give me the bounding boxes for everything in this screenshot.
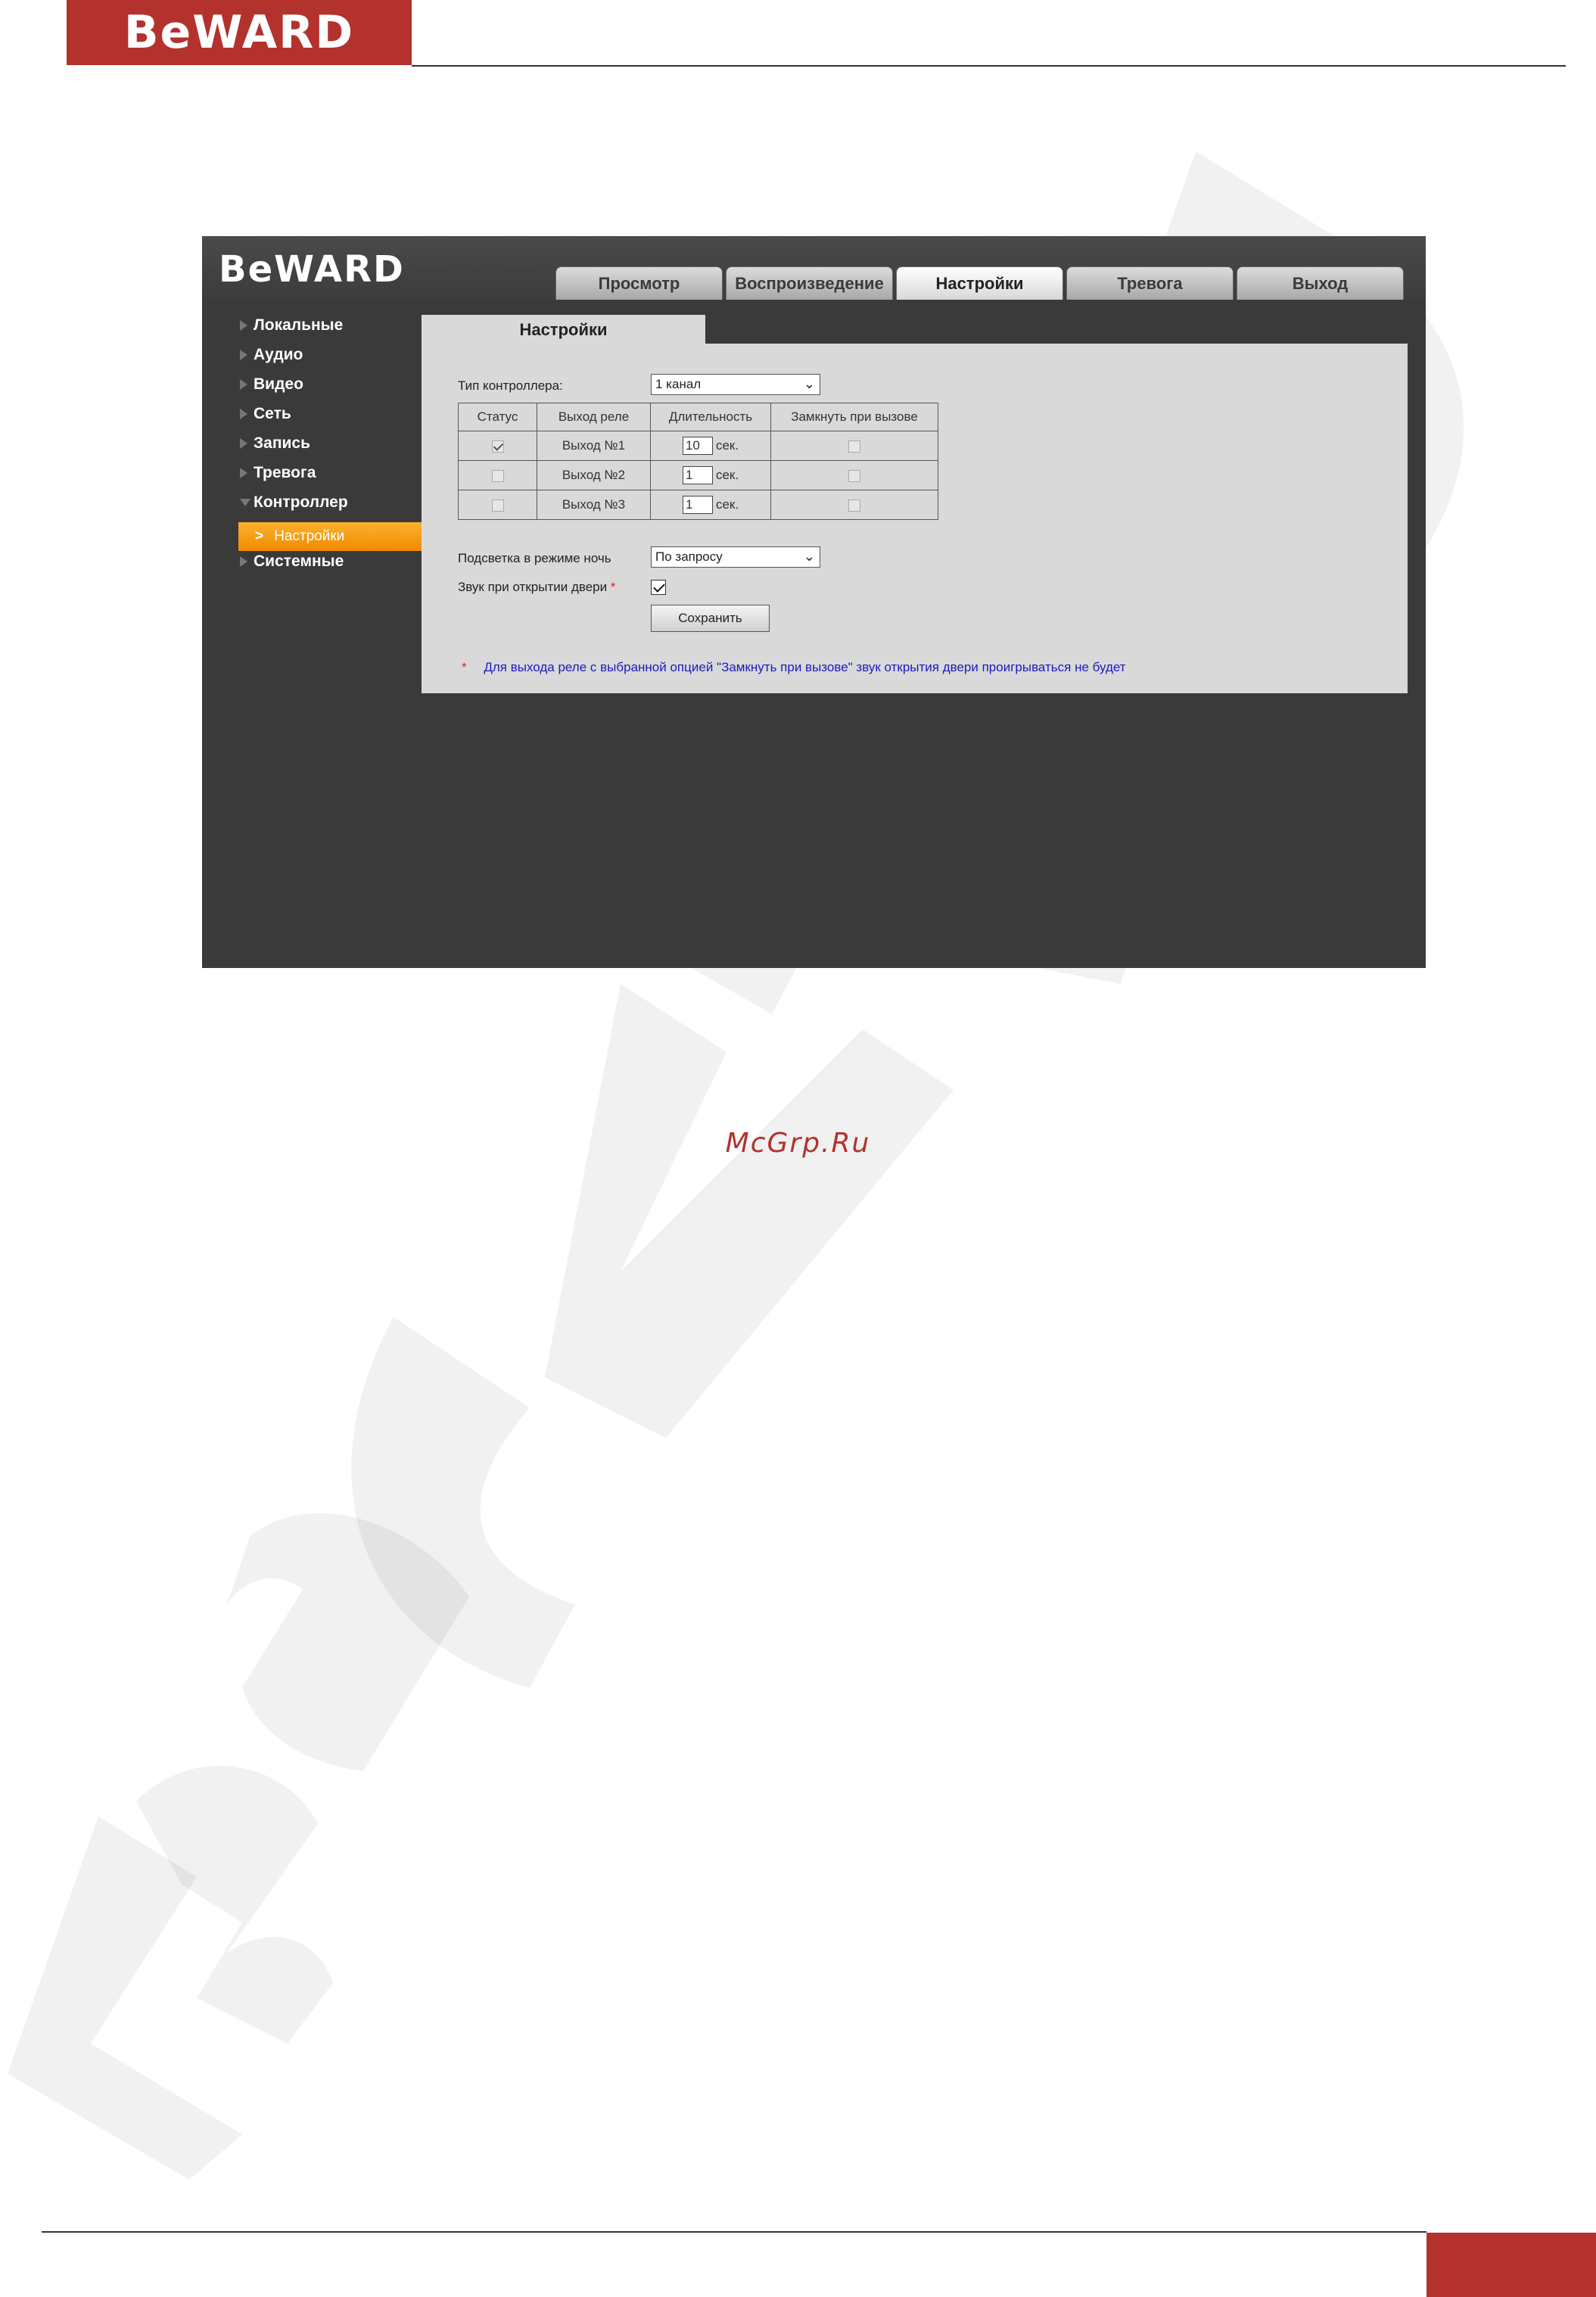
status-checkbox[interactable]	[491, 499, 504, 512]
sidebar-item-label: Локальные	[254, 316, 344, 334]
footer-divider	[42, 2231, 1426, 2233]
column-header-relay-output: Выход реле	[537, 403, 651, 431]
tab-exit[interactable]: Выход	[1237, 266, 1404, 300]
sidebar-item-label: Контроллер	[254, 493, 348, 511]
sidebar: Локальные Аудио Видео Сеть Запись Тревог…	[202, 300, 422, 968]
table-header-row: Статус Выход реле Длительность Замкнуть …	[458, 403, 938, 431]
duration-unit: сек.	[715, 438, 739, 453]
duration-input[interactable]: 1	[682, 496, 713, 514]
door-sound-label-text: Звук при открытии двери	[458, 580, 608, 594]
sidebar-item-system[interactable]: Системные	[202, 548, 422, 575]
sidebar-item-label: Видео	[254, 375, 303, 393]
sidebar-item-label: Системные	[254, 552, 344, 570]
sidebar-item-audio[interactable]: Аудио	[202, 341, 422, 369]
arrow-down-icon	[240, 499, 250, 506]
relay-table: Статус Выход реле Длительность Замкнуть …	[458, 403, 938, 520]
save-button[interactable]: Сохранить	[651, 605, 770, 632]
relay-output-name: Выход №2	[537, 460, 651, 490]
footnote-star: *	[462, 660, 467, 674]
ui-header: BeWARD Просмотр Воспроизведение Настройк…	[202, 236, 1426, 300]
sidebar-subitem-label: Настройки	[274, 528, 345, 544]
relay-output-name: Выход №3	[537, 490, 651, 520]
footnote: * Для выхода реле с выбранной опцией "За…	[462, 660, 1126, 675]
sidebar-item-controller[interactable]: Контроллер	[202, 489, 422, 516]
arrow-right-icon	[240, 350, 247, 360]
required-mark: *	[610, 580, 616, 594]
controller-type-label: Тип контроллера:	[458, 378, 563, 393]
arrow-right-icon	[240, 468, 247, 478]
ui-logo: BeWARD	[219, 248, 405, 291]
door-sound-label: Звук при открытии двери *	[458, 580, 615, 595]
table-row: Выход №1 10 сек.	[458, 431, 938, 461]
panel-title-tab: Настройки	[422, 315, 705, 345]
main-tabs: Просмотр Воспроизведение Настройки Трево…	[555, 266, 1404, 300]
arrow-right-icon	[240, 556, 247, 567]
web-interface-screenshot: BeWARD Просмотр Воспроизведение Настройк…	[202, 236, 1426, 968]
arrow-right-icon	[240, 438, 247, 449]
sidebar-item-local[interactable]: Локальные	[202, 312, 422, 339]
sidebar-item-network[interactable]: Сеть	[202, 400, 422, 428]
sidebar-item-record[interactable]: Запись	[202, 430, 422, 457]
sidebar-subitem-settings[interactable]: > Настройки	[238, 522, 422, 551]
night-light-value: По запросу	[655, 549, 723, 564]
table-row: Выход №2 1 сек.	[458, 460, 938, 490]
tab-playback[interactable]: Воспроизведение	[726, 266, 893, 300]
duration-input[interactable]: 10	[682, 437, 713, 455]
night-light-label: Подсветка в режиме ночь	[458, 551, 611, 565]
arrow-right-icon	[240, 409, 247, 419]
status-checkbox[interactable]	[491, 440, 504, 453]
watermark-text: McGrp.Ru	[725, 1128, 871, 1159]
document-logo-text: BeWARD	[123, 6, 355, 59]
close-on-call-checkbox[interactable]	[848, 440, 860, 453]
document-logo: BeWARD	[67, 0, 412, 65]
controller-type-value: 1 канал	[655, 377, 702, 391]
close-on-call-checkbox[interactable]	[848, 499, 860, 512]
tab-alarm[interactable]: Тревога	[1066, 266, 1234, 300]
night-light-select[interactable]: По запросу ⌄	[651, 546, 820, 568]
sidebar-item-video[interactable]: Видео	[202, 371, 422, 398]
relay-output-name: Выход №1	[537, 431, 651, 461]
sidebar-item-label: Аудио	[254, 346, 303, 363]
door-sound-checkbox[interactable]	[651, 580, 666, 595]
header-divider	[412, 65, 1566, 67]
arrow-right-icon	[240, 379, 247, 390]
status-checkbox[interactable]	[491, 469, 504, 482]
column-header-status: Статус	[458, 403, 537, 431]
controller-type-select[interactable]: 1 канал ⌄	[651, 374, 820, 395]
sidebar-item-label: Сеть	[254, 405, 291, 422]
sidebar-item-label: Запись	[254, 434, 311, 452]
chevron-down-icon: ⌄	[803, 549, 815, 564]
footnote-text: Для выхода реле с выбранной опцией "Замк…	[484, 660, 1126, 674]
duration-unit: сек.	[715, 497, 739, 512]
table-row: Выход №3 1 сек.	[458, 490, 938, 520]
duration-unit: сек.	[715, 468, 739, 482]
close-on-call-checkbox[interactable]	[848, 469, 860, 482]
arrow-right-icon	[240, 320, 247, 331]
tab-settings[interactable]: Настройки	[896, 266, 1063, 300]
sidebar-item-label: Тревога	[254, 464, 316, 481]
column-header-close-on-call: Замкнуть при вызове	[770, 403, 938, 431]
chevron-right-icon: >	[255, 528, 264, 544]
footer-brand-box	[1426, 2233, 1596, 2297]
tab-view[interactable]: Просмотр	[555, 266, 723, 300]
duration-input[interactable]: 1	[682, 466, 713, 484]
column-header-duration: Длительность	[650, 403, 771, 431]
chevron-down-icon: ⌄	[803, 376, 815, 391]
sidebar-item-alarm[interactable]: Тревога	[202, 459, 422, 487]
